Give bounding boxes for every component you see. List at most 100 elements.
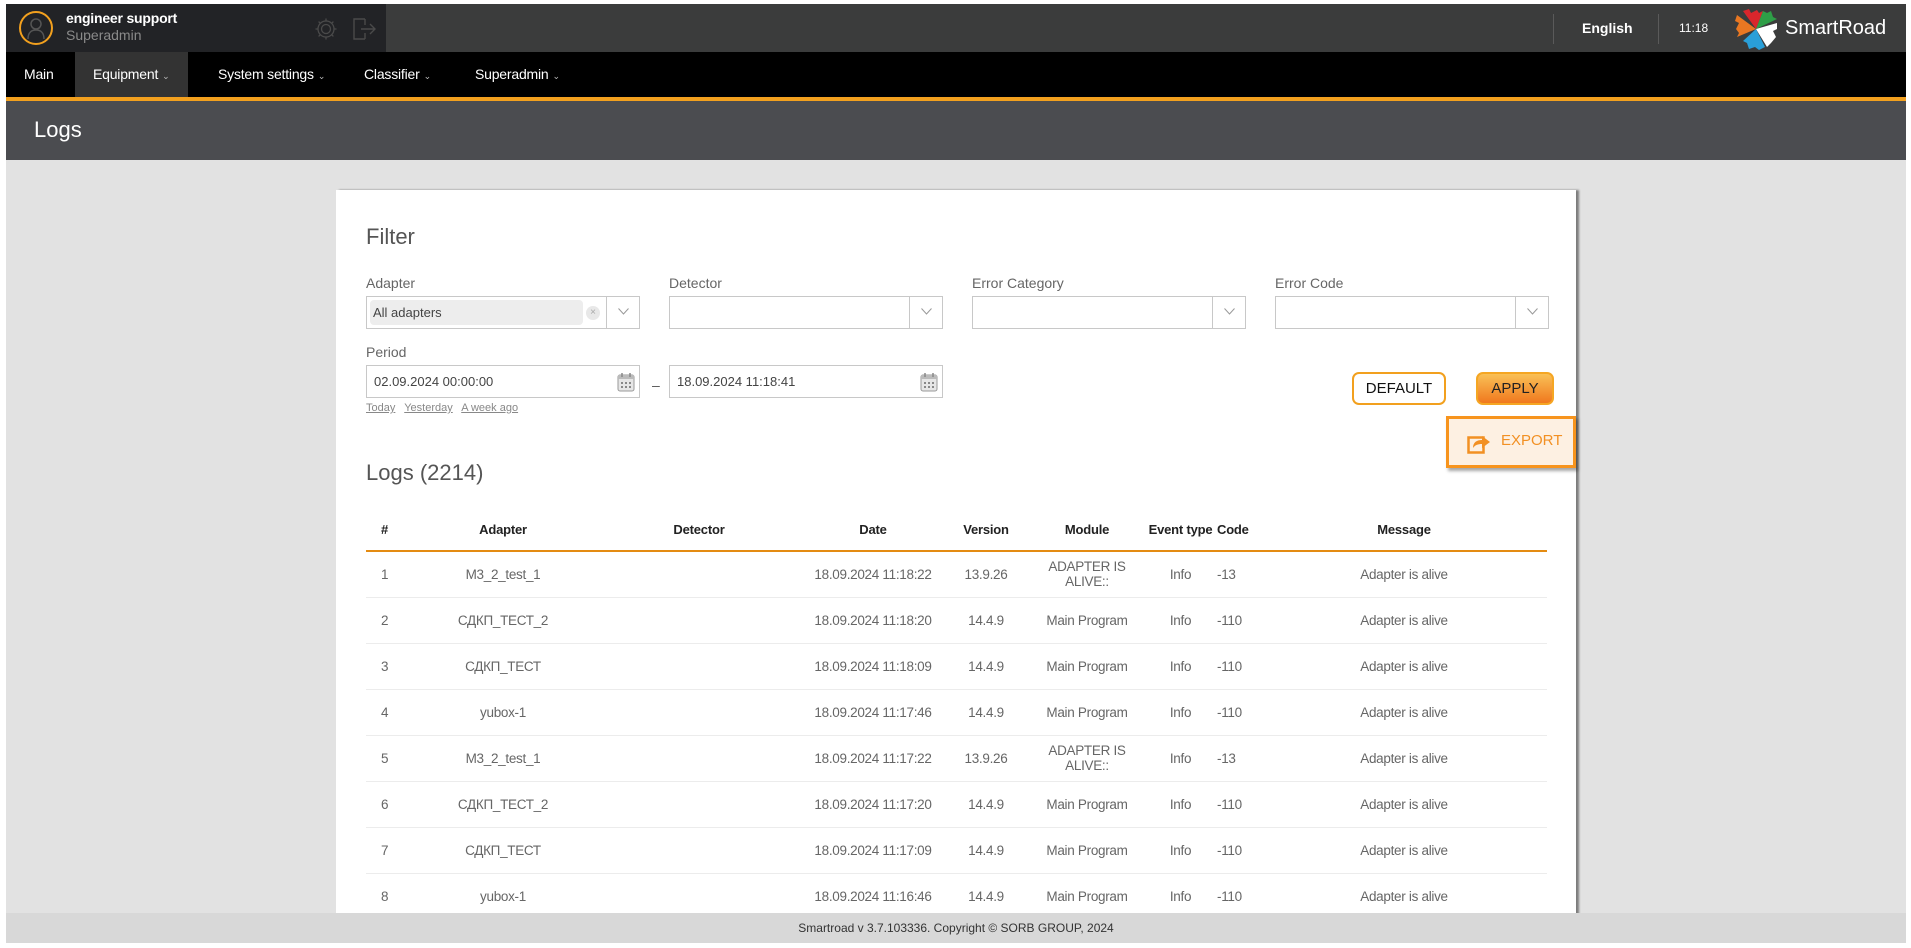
row-module: ADAPTER IS ALIVE:: xyxy=(1030,735,1144,782)
row-detector xyxy=(594,781,804,828)
nav-item-classifier[interactable]: Classifier ⌄ xyxy=(346,52,449,97)
language-selector[interactable]: English xyxy=(1582,20,1633,36)
row-module: Main Program xyxy=(1030,781,1144,828)
row-number: 3 xyxy=(366,643,412,690)
chevron-down-icon: ⌄ xyxy=(317,71,326,81)
row-module: Main Program xyxy=(1030,827,1144,874)
nav-label: Classifier xyxy=(364,66,420,82)
table-row[interactable]: 2 СДКП_ТЕСТ_2 18.09.2024 11:18:20 14.4.9 Mai… xyxy=(366,597,1547,644)
error-code-select[interactable] xyxy=(1275,296,1549,329)
period-to-input[interactable]: 18.09.2024 11:18:41 xyxy=(669,365,943,398)
table-row[interactable]: 4 yubox-1 18.09.2024 11:17:46 14.4.9 Main Pr… xyxy=(366,689,1547,736)
quick-link-yesterday[interactable]: Yesterday xyxy=(404,402,453,414)
top-header: engineer support Superadmin English 11:1… xyxy=(6,4,1906,52)
row-message: Adapter is alive xyxy=(1261,597,1547,644)
error-code-label: Error Code xyxy=(1275,275,1344,291)
row-event-type: Info xyxy=(1144,781,1217,828)
user-circle-icon[interactable] xyxy=(19,11,53,45)
table-row[interactable]: 6 СДКП_ТЕСТ_2 18.09.2024 11:17:20 14.4.9 Mai… xyxy=(366,781,1547,828)
quick-link-week-ago[interactable]: A week ago xyxy=(461,402,518,414)
nav-item-system-settings[interactable]: System settings ⌄ xyxy=(200,52,343,97)
clock: 11:18 xyxy=(1679,21,1709,35)
row-adapter: СДКП_ТЕСТ xyxy=(412,827,594,874)
main-nav: Main Equipment ⌄ System settings ⌄ Classif… xyxy=(6,52,1906,97)
col-module[interactable]: Module xyxy=(1030,508,1144,552)
divider xyxy=(1553,14,1554,44)
row-number: 6 xyxy=(366,781,412,828)
col-adapter[interactable]: Adapter xyxy=(412,508,594,552)
col-date[interactable]: Date xyxy=(804,508,942,552)
row-date: 18.09.2024 11:17:09 xyxy=(804,827,942,874)
row-date: 18.09.2024 11:18:22 xyxy=(804,551,942,598)
col-number[interactable]: # xyxy=(366,508,412,552)
table-header-row: # Adapter Detector Date Version Module E… xyxy=(366,508,1547,552)
page-title: Logs xyxy=(34,117,82,142)
row-module: Main Program xyxy=(1030,643,1144,690)
logout-icon[interactable] xyxy=(351,16,377,47)
smartroad-logo-icon xyxy=(1733,7,1779,56)
page-title-bar: Logs xyxy=(6,101,1906,160)
chevron-down-icon: ⌄ xyxy=(162,71,170,81)
row-message: Adapter is alive xyxy=(1261,781,1547,828)
user-name: engineer support xyxy=(66,10,178,26)
row-event-type: Info xyxy=(1144,551,1217,598)
detector-label: Detector xyxy=(669,275,722,291)
period-separator: – xyxy=(652,377,660,393)
adapter-chip: All adapters xyxy=(370,300,583,325)
table-row[interactable]: 5 M3_2_test_1 18.09.2024 11:17:22 13.9.26 AD… xyxy=(366,735,1547,782)
chevron-down-icon[interactable] xyxy=(1212,297,1245,328)
error-category-label: Error Category xyxy=(972,275,1064,291)
logs-table: # Adapter Detector Date Version Module E… xyxy=(366,508,1547,920)
adapter-select[interactable]: All adapters × xyxy=(366,296,640,329)
row-adapter: yubox-1 xyxy=(412,689,594,736)
adapter-label: Adapter xyxy=(366,275,416,291)
chevron-down-icon[interactable] xyxy=(1515,297,1548,328)
chevron-down-icon[interactable] xyxy=(606,297,639,328)
row-module: Main Program xyxy=(1030,597,1144,644)
row-event-type: Info xyxy=(1144,689,1217,736)
chevron-down-icon[interactable] xyxy=(909,297,942,328)
table-row[interactable]: 1 M3_2_test_1 18.09.2024 11:18:22 13.9.26 AD… xyxy=(366,551,1547,598)
col-version[interactable]: Version xyxy=(942,508,1030,552)
row-number: 5 xyxy=(366,735,412,782)
period-to-value: 18.09.2024 11:18:41 xyxy=(677,374,796,389)
default-button[interactable]: DEFAULT xyxy=(1352,372,1446,405)
detector-select[interactable] xyxy=(669,296,943,329)
quick-link-today[interactable]: Today xyxy=(366,402,395,414)
row-detector xyxy=(594,597,804,644)
app-frame: engineer support Superadmin English 11:1… xyxy=(6,4,1906,943)
table-row[interactable]: 7 СДКП_ТЕСТ 18.09.2024 11:17:09 14.4.9 Main … xyxy=(366,827,1547,874)
row-detector xyxy=(594,551,804,598)
col-message[interactable]: Message xyxy=(1261,508,1547,552)
clear-icon[interactable]: × xyxy=(586,306,600,320)
row-adapter: M3_2_test_1 xyxy=(412,735,594,782)
row-module: Main Program xyxy=(1030,689,1144,736)
footer: Smartroad v 3.7.103336. Copyright © SORB… xyxy=(6,913,1906,943)
period-from-input[interactable]: 02.09.2024 00:00:00 xyxy=(366,365,640,398)
row-version: 14.4.9 xyxy=(942,781,1030,828)
period-from-value: 02.09.2024 00:00:00 xyxy=(374,374,494,389)
row-detector xyxy=(594,689,804,736)
error-category-select[interactable] xyxy=(972,296,1246,329)
logs-title: Logs (2214) xyxy=(366,460,484,485)
col-event-type[interactable]: Event type xyxy=(1144,508,1217,552)
apply-button[interactable]: APPLY xyxy=(1476,372,1554,405)
row-version: 13.9.26 xyxy=(942,551,1030,598)
calendar-icon[interactable] xyxy=(617,372,635,403)
row-adapter: СДКП_ТЕСТ xyxy=(412,643,594,690)
nav-item-equipment[interactable]: Equipment ⌄ xyxy=(75,52,188,97)
nav-item-main[interactable]: Main xyxy=(6,52,72,97)
col-detector[interactable]: Detector xyxy=(594,508,804,552)
row-code: -110 xyxy=(1217,781,1261,828)
table-row[interactable]: 3 СДКП_ТЕСТ 18.09.2024 11:18:09 14.4.9 Main … xyxy=(366,643,1547,690)
gear-icon[interactable] xyxy=(314,17,338,46)
row-code: -110 xyxy=(1217,689,1261,736)
row-number: 4 xyxy=(366,689,412,736)
col-code[interactable]: Code xyxy=(1217,508,1261,552)
row-code: -13 xyxy=(1217,551,1261,598)
row-date: 18.09.2024 11:18:20 xyxy=(804,597,942,644)
row-message: Adapter is alive xyxy=(1261,827,1547,874)
nav-item-superadmin[interactable]: Superadmin ⌄ xyxy=(457,52,578,97)
export-button[interactable]: EXPORT xyxy=(1446,416,1576,468)
calendar-icon[interactable] xyxy=(920,372,938,403)
